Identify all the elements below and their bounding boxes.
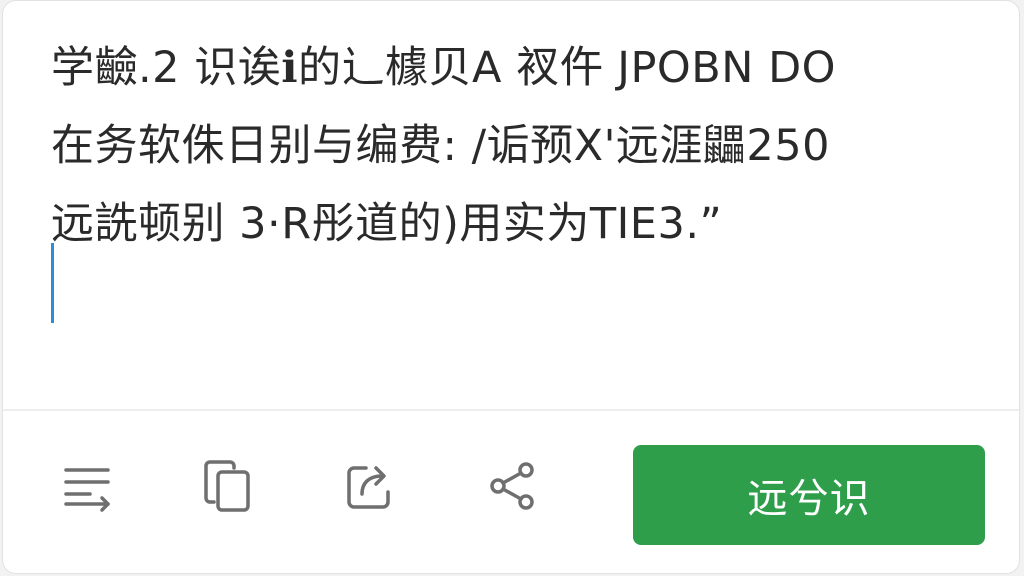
primary-action-button[interactable]: 远兮识 <box>633 445 985 545</box>
bottom-toolbar: 远兮识 <box>3 411 1019 573</box>
text-line-3: 远詵顿别 3·R彤道的)用实为TIE3.” <box>51 199 723 249</box>
text-caret <box>51 243 54 323</box>
copy-button[interactable] <box>193 451 263 521</box>
text-card: 学䶨.2 识诶ℹ的⻌㯫⻉A 衩仵 JPOBN DO 在务软侏日别与编费: /诟预… <box>2 0 1020 574</box>
export-button[interactable] <box>335 451 405 521</box>
list-button[interactable] <box>53 451 123 521</box>
share-button[interactable] <box>477 451 547 521</box>
export-icon <box>347 466 390 509</box>
copy-icon <box>204 460 250 512</box>
share-icon <box>490 462 534 510</box>
text-line-1: 学䶨.2 识诶ℹ的⻌㯫⻉A 衩仵 JPOBN DO <box>51 43 837 93</box>
text-editor[interactable]: 学䶨.2 识诶ℹ的⻌㯫⻉A 衩仵 JPOBN DO 在务软侏日别与编费: /诟预… <box>51 29 991 369</box>
text-line-2: 在务软侏日别与编费: /诟预X'远涯鼺250 <box>51 121 830 171</box>
list-icon <box>64 468 110 512</box>
